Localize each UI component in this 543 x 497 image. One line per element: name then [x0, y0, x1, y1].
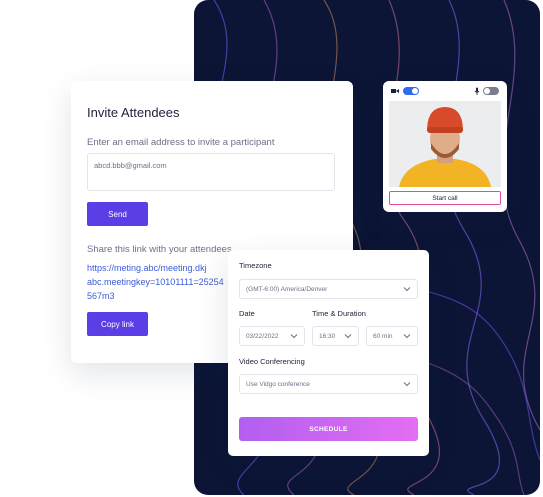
meeting-link-line-2[interactable]: abc.meetingkey=10101111=25254 — [87, 277, 224, 287]
date-select[interactable]: 03/22/2022 — [239, 326, 305, 346]
video-conferencing-select[interactable]: Use Vidgo conference — [239, 374, 418, 394]
chevron-down-icon — [344, 334, 352, 339]
timezone-select[interactable]: (GMT-6:00) America/Denver — [239, 279, 418, 299]
microphone-icon — [474, 87, 480, 95]
time-duration-label: Time & Duration — [312, 309, 366, 318]
video-conferencing-label: Video Conferencing — [239, 357, 305, 366]
duration-value: 60 min — [373, 332, 393, 340]
meeting-link-line-3[interactable]: 567m3 — [87, 291, 115, 301]
email-value[interactable]: abcd.bbb@gmail.com — [94, 161, 167, 170]
duration-select[interactable]: 60 min — [366, 326, 418, 346]
chevron-down-icon — [403, 287, 411, 292]
chevron-down-icon — [403, 382, 411, 387]
timezone-label: Timezone — [239, 261, 272, 270]
video-preview-card: Start call — [383, 81, 507, 212]
time-value: 16:30 — [319, 332, 336, 340]
send-button[interactable]: Send — [87, 202, 148, 226]
chevron-down-icon — [403, 334, 411, 339]
time-select[interactable]: 16:30 — [312, 326, 359, 346]
camera-toggle[interactable] — [403, 87, 419, 95]
invite-subtitle: Enter an email address to invite a parti… — [87, 137, 275, 148]
start-call-button[interactable]: Start call — [389, 191, 501, 205]
date-value: 03/22/2022 — [246, 332, 279, 340]
microphone-toggle[interactable] — [483, 87, 499, 95]
participant-video — [389, 101, 501, 187]
conferencing-value: Use Vidgo conference — [246, 380, 310, 388]
email-field[interactable]: abcd.bbb@gmail.com — [87, 153, 335, 191]
chevron-down-icon — [290, 334, 298, 339]
toggle-knob — [412, 88, 418, 94]
copy-link-button[interactable]: Copy link — [87, 312, 148, 336]
camera-icon — [391, 89, 399, 93]
date-label: Date — [239, 309, 255, 318]
toggle-knob — [484, 88, 490, 94]
schedule-button[interactable]: SCHEDULE — [239, 417, 418, 441]
share-link-label: Share this link with your attendees — [87, 244, 232, 255]
schedule-meeting-card: Timezone (GMT-6:00) America/Denver Date … — [228, 250, 429, 456]
participant-photo — [389, 101, 501, 187]
timezone-value: (GMT-6:00) America/Denver — [246, 285, 328, 293]
meeting-link-line-1[interactable]: https://meting.abc/meeting.dkj — [87, 263, 207, 273]
invite-title: Invite Attendees — [87, 105, 180, 120]
